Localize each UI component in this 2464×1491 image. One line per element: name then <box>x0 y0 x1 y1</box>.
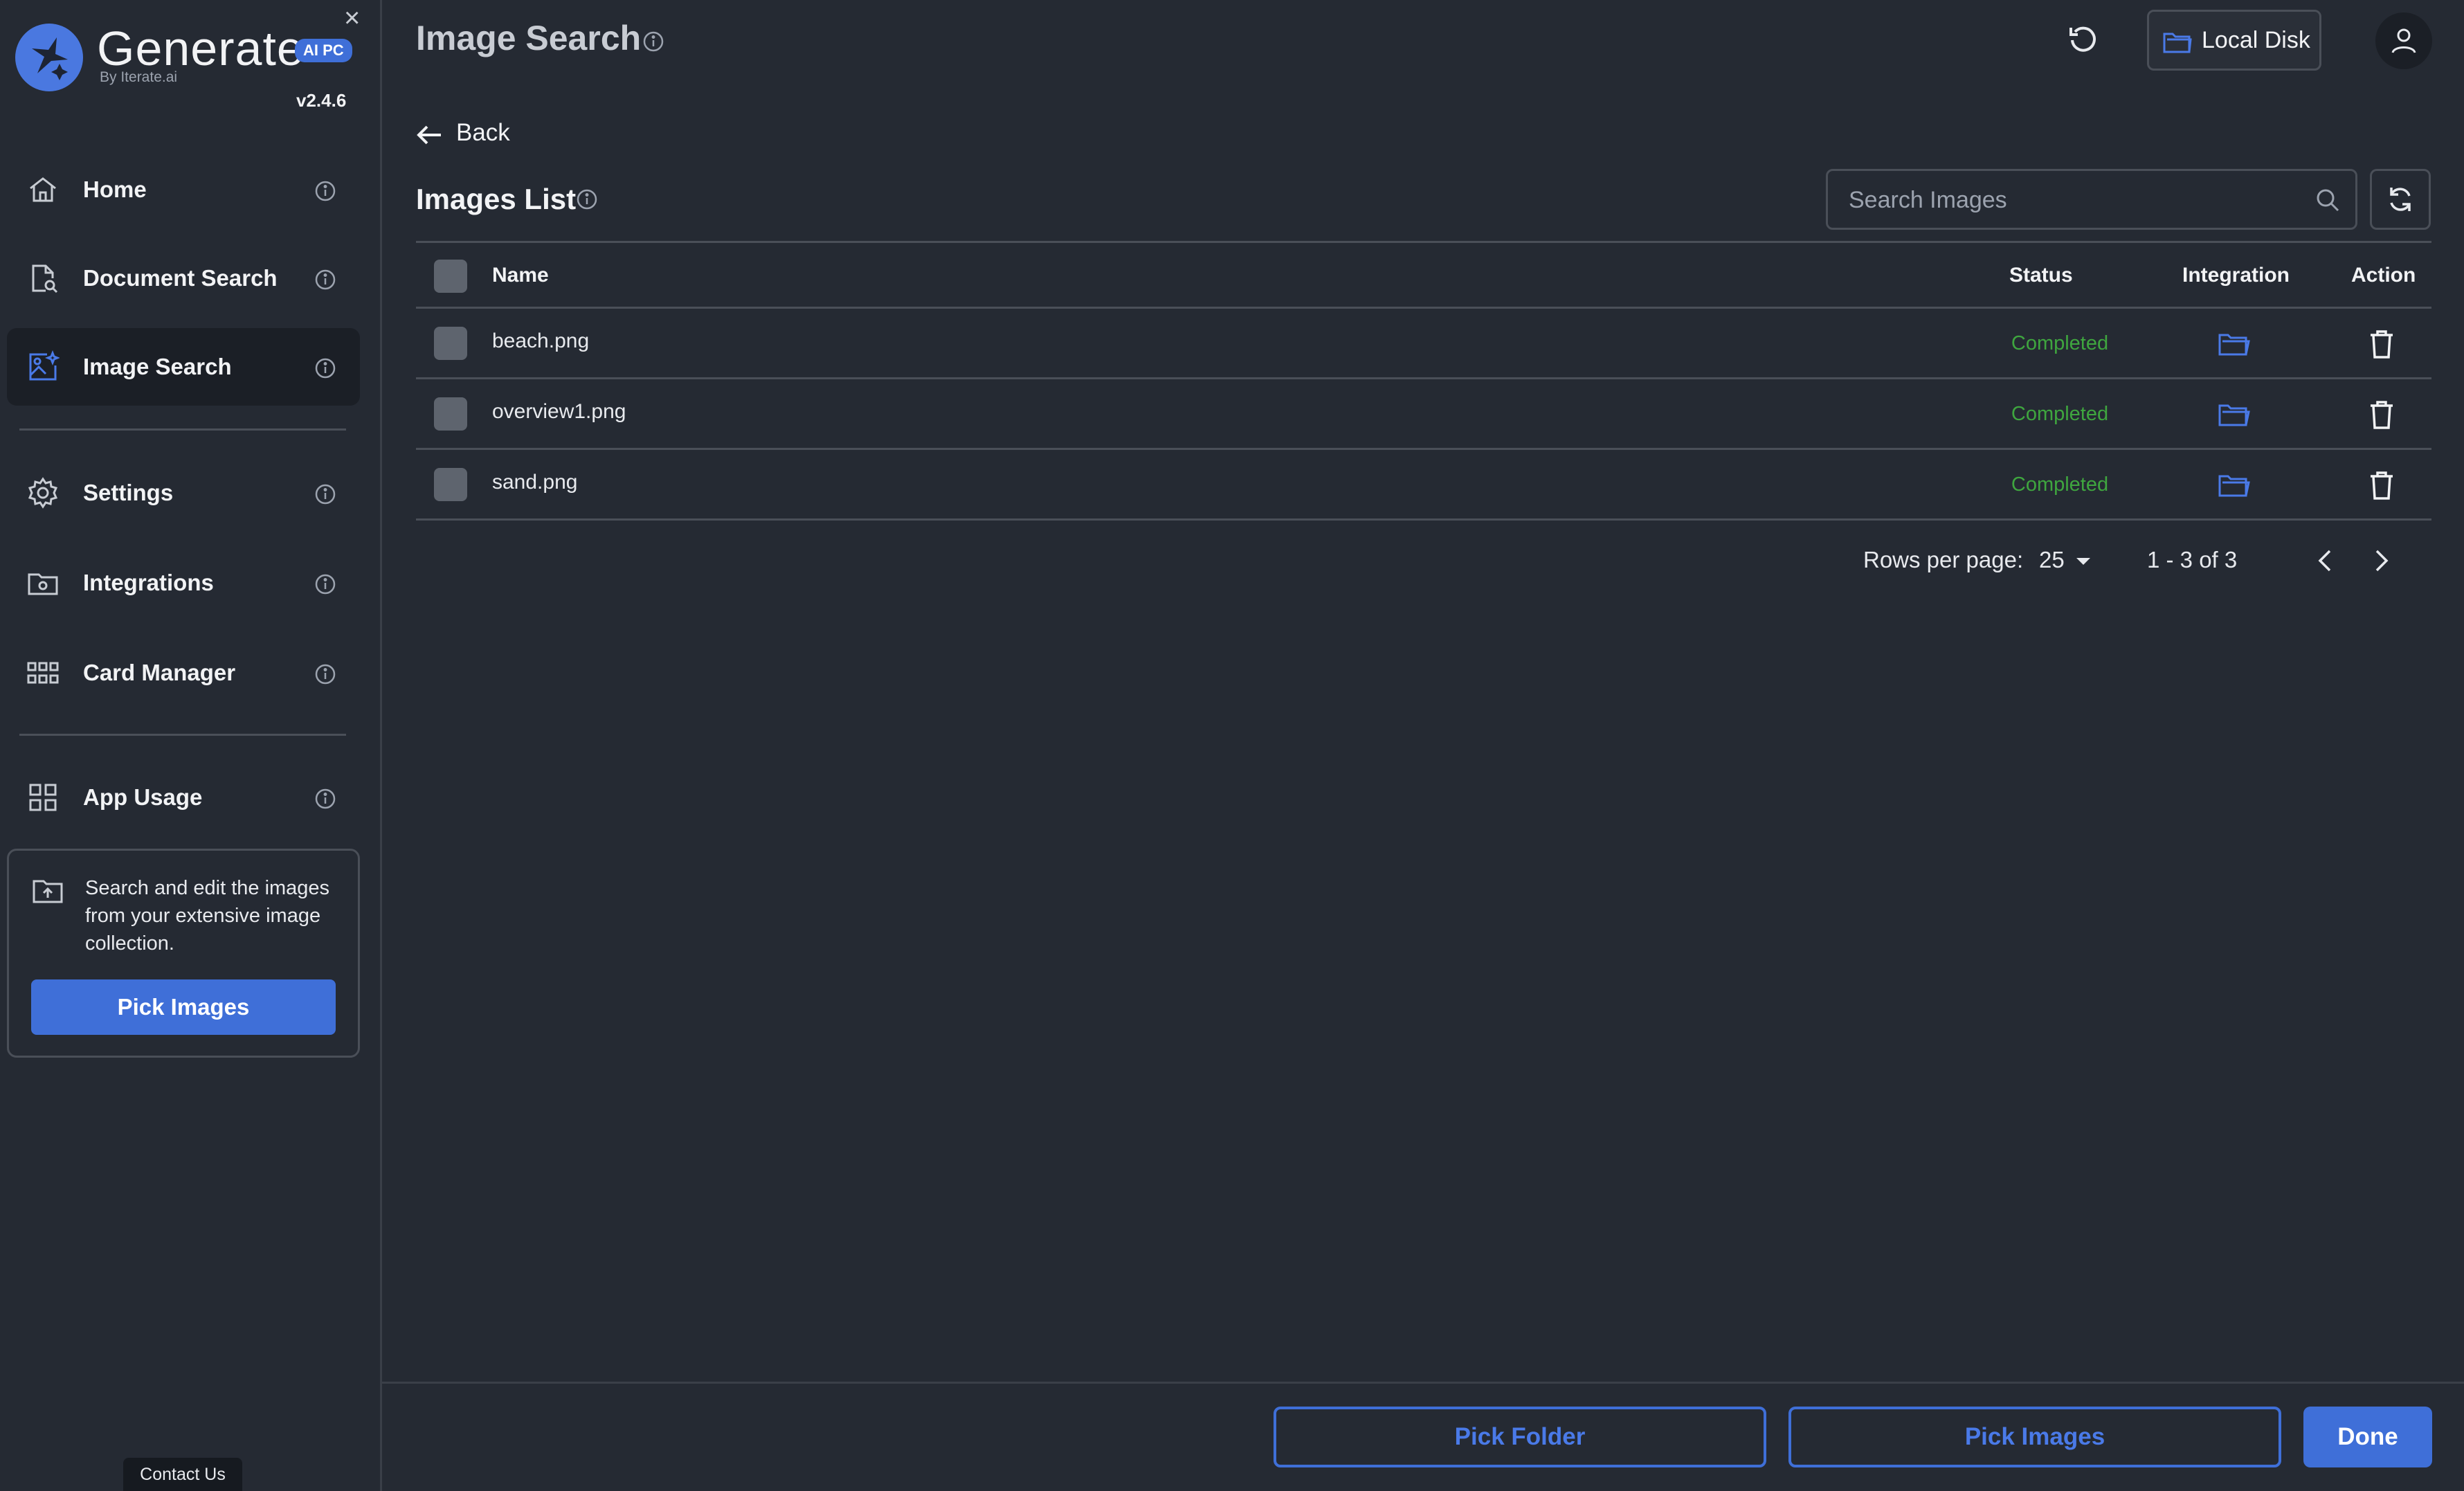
info-icon[interactable] <box>314 357 336 379</box>
folder-icon[interactable] <box>2218 331 2250 357</box>
sidebar: Generate AI PC By Iterate.ai × v2.4.6 Ho… <box>0 0 382 1491</box>
app-grid-icon <box>29 784 57 811</box>
undo-refresh-icon[interactable] <box>2065 22 2101 58</box>
table-row[interactable]: beach.png Completed <box>416 309 2431 379</box>
page-title: Image Search <box>416 19 642 57</box>
caret-down-icon[interactable] <box>2075 557 2092 566</box>
trash-icon[interactable] <box>2369 471 2394 500</box>
grid-icon <box>27 662 59 684</box>
done-button[interactable]: Done <box>2303 1407 2432 1467</box>
app-badge: AI PC <box>295 39 352 62</box>
table-row[interactable]: overview1.png Completed <box>416 379 2431 450</box>
sidebar-item-label: Settings <box>83 480 174 505</box>
sidebar-item-label: Document Search <box>83 265 278 291</box>
app-byline: By Iterate.ai <box>100 69 178 85</box>
sidebar-item-label: Image Search <box>83 354 232 379</box>
contact-us-button[interactable]: Contact Us <box>123 1458 242 1491</box>
folder-icon <box>2163 33 2192 53</box>
row-checkbox[interactable] <box>434 327 467 360</box>
sidebar-item-label: Card Manager <box>83 660 236 685</box>
info-icon[interactable] <box>314 180 336 202</box>
app-name: Generate <box>97 21 305 75</box>
sidebar-divider <box>19 734 346 736</box>
sidebar-item-label: Integrations <box>83 570 214 595</box>
refresh-list-button[interactable] <box>2370 169 2431 230</box>
rows-per-page-select[interactable]: 25 <box>2039 547 2065 573</box>
pick-images-promo: Search and edit the images from your ext… <box>7 849 360 1058</box>
trash-icon[interactable] <box>2369 400 2394 429</box>
logo-star-icon <box>15 24 83 91</box>
folder-upload-icon <box>33 880 63 903</box>
row-checkbox[interactable] <box>434 468 467 501</box>
avatar[interactable] <box>2375 12 2432 69</box>
chevron-right-icon[interactable] <box>2374 548 2389 573</box>
column-header-status[interactable]: Status <box>2009 264 2073 287</box>
info-icon[interactable] <box>576 188 598 210</box>
status-badge: Completed <box>2011 403 2109 425</box>
info-icon[interactable] <box>314 269 336 291</box>
info-icon[interactable] <box>642 30 664 53</box>
file-name: sand.png <box>492 471 578 494</box>
search-input[interactable] <box>1849 183 2292 217</box>
column-header-action: Action <box>2351 264 2416 287</box>
column-header-integration: Integration <box>2182 264 2290 287</box>
promo-text: Search and edit the images from your ext… <box>85 877 330 955</box>
status-badge: Completed <box>2011 473 2109 496</box>
file-name: overview1.png <box>492 400 626 423</box>
search-icon[interactable] <box>2315 188 2340 213</box>
user-icon <box>2391 28 2416 53</box>
back-label: Back <box>456 119 510 146</box>
search-images-box <box>1826 169 2357 230</box>
status-badge: Completed <box>2011 332 2109 354</box>
info-icon[interactable] <box>314 573 336 595</box>
info-icon[interactable] <box>314 663 336 685</box>
info-icon[interactable] <box>314 788 336 810</box>
arrow-left-icon <box>417 125 441 145</box>
pagination-range: 1 - 3 of 3 <box>2147 547 2238 572</box>
table-header: Name Status Integration Action <box>416 241 2431 309</box>
app-version: v2.4.6 <box>296 90 347 111</box>
integrations-folder-icon <box>28 573 58 595</box>
close-icon[interactable]: × <box>344 4 360 32</box>
select-all-checkbox[interactable] <box>434 260 467 293</box>
row-checkbox[interactable] <box>434 397 467 431</box>
folder-icon[interactable] <box>2218 472 2250 498</box>
sync-icon <box>2390 188 2411 211</box>
sidebar-item-app-usage[interactable]: App Usage <box>7 759 360 836</box>
pick-folder-button[interactable]: Pick Folder <box>1274 1407 1766 1467</box>
sidebar-item-label: App Usage <box>83 784 203 810</box>
rows-per-page-label: Rows per page: <box>1863 547 2024 572</box>
sidebar-divider <box>19 428 346 431</box>
sidebar-item-card-manager[interactable]: Card Manager <box>7 634 360 712</box>
home-icon <box>30 177 56 202</box>
local-disk-button[interactable]: Local Disk <box>2147 10 2321 71</box>
table-row[interactable]: sand.png Completed <box>416 450 2431 521</box>
sidebar-item-integrations[interactable]: Integrations <box>7 544 360 622</box>
file-name: beach.png <box>492 329 590 352</box>
sidebar-item-settings[interactable]: Settings <box>7 454 360 532</box>
local-disk-label: Local Disk <box>2202 27 2310 53</box>
sidebar-item-image-search[interactable]: Image Search <box>7 328 360 406</box>
sidebar-pick-images-button[interactable]: Pick Images <box>31 979 336 1035</box>
images-list-title: Images List <box>416 183 577 215</box>
chevron-left-icon[interactable] <box>2317 548 2332 573</box>
trash-icon[interactable] <box>2369 329 2394 359</box>
image-search-icon <box>29 350 60 381</box>
pick-images-button[interactable]: Pick Images <box>1788 1407 2281 1467</box>
info-icon[interactable] <box>314 483 336 505</box>
folder-icon[interactable] <box>2218 401 2250 428</box>
sidebar-item-document-search[interactable]: Document Search <box>7 240 360 317</box>
sidebar-item-home[interactable]: Home <box>7 151 360 228</box>
gear-icon <box>28 477 58 509</box>
column-header-name[interactable]: Name <box>492 264 549 287</box>
sidebar-item-label: Home <box>83 177 147 202</box>
document-search-icon <box>32 264 58 293</box>
